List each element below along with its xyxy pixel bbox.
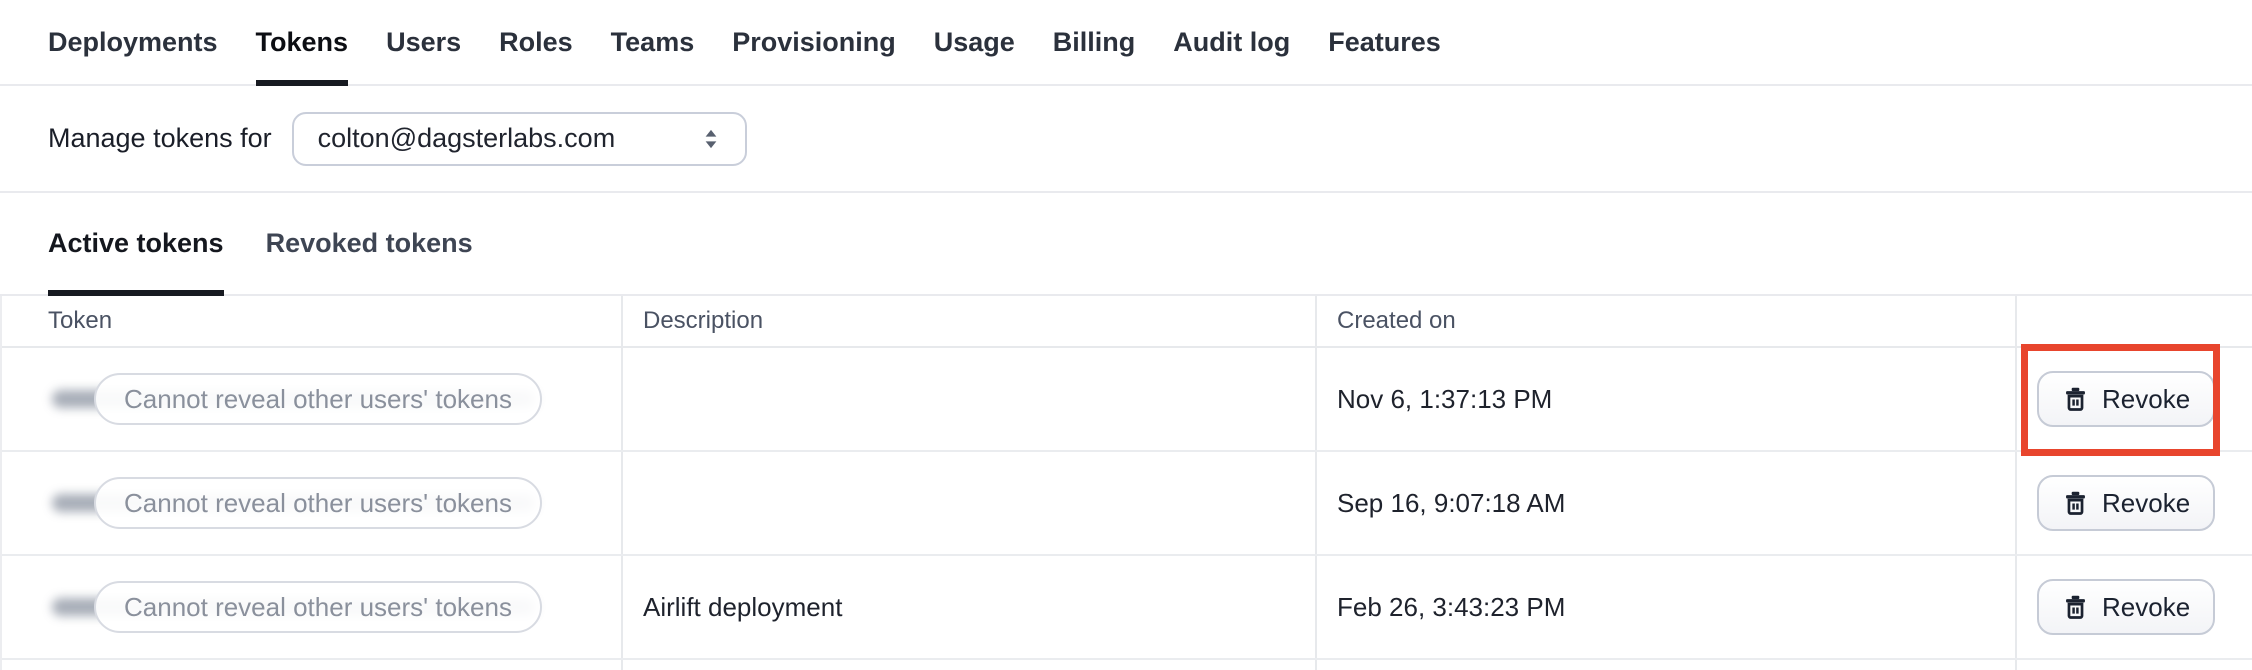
nav-tab-usage[interactable]: Usage xyxy=(934,0,1015,84)
created-on-cell: Sep 16, 9:07:18 AM xyxy=(1315,452,2015,554)
nav-tab-users[interactable]: Users xyxy=(386,0,461,84)
created-on-cell: Nov 6, 1:37:13 PM xyxy=(1315,348,2015,450)
token-cell xyxy=(2,660,621,670)
table-row: Cannot reveal other users' tokens Airlif… xyxy=(2,556,2252,660)
token-status-tabs: Active tokens Revoked tokens xyxy=(0,193,2252,296)
revoke-button[interactable]: Revoke xyxy=(2037,371,2216,427)
revoke-button-label: Revoke xyxy=(2102,591,2191,622)
revoke-button[interactable]: Revoke xyxy=(2037,475,2216,531)
token-hidden-pill: Cannot reveal other users' tokens xyxy=(94,477,542,529)
nav-tab-billing[interactable]: Billing xyxy=(1053,0,1136,84)
revoke-button-label: Revoke xyxy=(2102,487,2191,518)
manage-tokens-bar: Manage tokens for colton@dagsterlabs.com xyxy=(0,86,2252,193)
token-hidden-pill: Cannot reveal other users' tokens xyxy=(94,373,542,425)
trash-icon xyxy=(2062,490,2089,517)
user-select-value: colton@dagsterlabs.com xyxy=(317,123,616,153)
actions-cell: Revoke xyxy=(2015,556,2252,658)
description-cell xyxy=(621,348,1315,450)
token-hidden-pill: Cannot reveal other users' tokens xyxy=(94,581,542,633)
created-on-cell xyxy=(1315,660,2015,670)
column-header-token: Token xyxy=(48,307,113,334)
user-select[interactable]: colton@dagsterlabs.com xyxy=(291,111,747,166)
token-cell: Cannot reveal other users' tokens xyxy=(2,556,621,658)
nav-tab-audit-log[interactable]: Audit log xyxy=(1173,0,1290,84)
trash-icon xyxy=(2062,386,2089,413)
description-cell: Airlift deployment xyxy=(621,556,1315,658)
actions-cell: Revoke xyxy=(2015,344,2252,456)
revoke-button-label: Revoke xyxy=(2102,383,2191,414)
table-row: Cannot reveal other users' tokens Sep 16… xyxy=(2,452,2252,556)
description-cell xyxy=(621,660,1315,670)
nav-tab-features[interactable]: Features xyxy=(1328,0,1441,84)
column-header-description: Description xyxy=(621,296,1315,346)
nav-tab-deployments[interactable]: Deployments xyxy=(48,0,218,84)
token-cell: Cannot reveal other users' tokens xyxy=(2,452,621,554)
tab-active-tokens[interactable]: Active tokens xyxy=(48,193,224,296)
double-caret-vertical-icon xyxy=(697,125,725,153)
revoke-button[interactable]: Revoke xyxy=(2037,579,2216,635)
nav-tab-tokens[interactable]: Tokens xyxy=(255,0,348,86)
settings-nav: Deployments Tokens Users Roles Teams Pro… xyxy=(0,0,2252,86)
nav-tab-roles[interactable]: Roles xyxy=(499,0,573,84)
actions-cell xyxy=(2015,660,2252,670)
tokens-table: Token Description Created on Cannot reve… xyxy=(0,296,2252,670)
table-header-row: Token Description Created on xyxy=(2,296,2252,348)
token-cell: Cannot reveal other users' tokens xyxy=(2,348,621,450)
table-row: Cannot reveal other users' tokens Nov 6,… xyxy=(2,344,2252,456)
created-on-cell: Feb 26, 3:43:23 PM xyxy=(1315,556,2015,658)
column-header-actions xyxy=(2015,296,2252,346)
nav-tab-teams[interactable]: Teams xyxy=(611,0,695,84)
trash-icon xyxy=(2062,594,2089,621)
manage-tokens-label: Manage tokens for xyxy=(48,123,272,153)
tab-revoked-tokens[interactable]: Revoked tokens xyxy=(266,193,473,294)
description-cell xyxy=(621,452,1315,554)
column-header-created-on: Created on xyxy=(1315,296,2015,346)
nav-tab-provisioning[interactable]: Provisioning xyxy=(732,0,896,84)
table-row-partial xyxy=(2,660,2252,670)
actions-cell: Revoke xyxy=(2015,452,2252,554)
